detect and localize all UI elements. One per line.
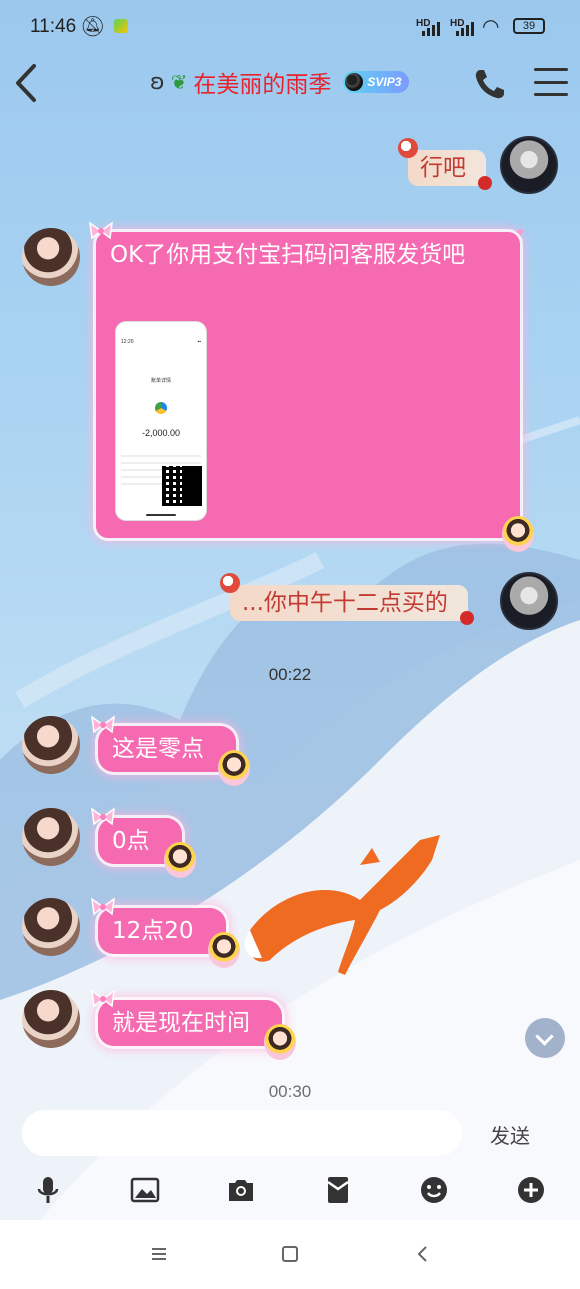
girl-sticker-decoration-icon	[163, 842, 196, 878]
bow-decoration-icon	[91, 989, 115, 1008]
message-input[interactable]	[22, 1110, 462, 1156]
message-text: 就是现在时间	[112, 1010, 250, 1036]
wifi-icon: ◠	[482, 16, 500, 38]
more-button[interactable]	[515, 1174, 547, 1206]
call-button[interactable]	[470, 64, 510, 104]
divider	[121, 455, 201, 457]
menu-line-icon	[534, 93, 568, 96]
image-icon	[130, 1177, 160, 1203]
signal-bars-2-icon	[456, 20, 474, 36]
receipt-time: 12:20	[121, 339, 134, 345]
phone-icon	[475, 70, 504, 99]
system-navigation-bar	[0, 1220, 580, 1289]
message-text: 行吧	[420, 155, 466, 181]
scroll-to-bottom-button[interactable]	[525, 1018, 565, 1058]
sprout-icon: ❦	[170, 70, 188, 94]
menu-line-icon	[534, 80, 568, 84]
app-notification-icon	[114, 19, 128, 33]
menu-line-icon	[534, 68, 568, 71]
qr-code-icon	[162, 466, 202, 506]
chevron-left-icon	[16, 64, 36, 102]
emoji-icon	[421, 1177, 447, 1203]
bow-decoration-icon	[91, 715, 115, 734]
girl-sticker-decoration-icon	[218, 750, 250, 786]
gallery-button[interactable]	[129, 1174, 161, 1206]
mute-icon: 🔕︎	[80, 16, 106, 38]
status-time: 11:46	[30, 16, 77, 37]
bow-decoration-icon	[91, 897, 115, 916]
cherry-decoration-icon	[478, 176, 492, 190]
camera-button[interactable]	[225, 1174, 257, 1206]
receipt-header: 账单详情	[150, 378, 171, 384]
contact-avatar[interactable]	[22, 228, 80, 286]
contact-avatar[interactable]	[22, 990, 80, 1048]
home-button[interactable]	[278, 1242, 302, 1266]
battery-icon: 39	[513, 18, 545, 34]
ear-icon: ʚ	[150, 69, 165, 95]
chat-title: 在美丽的雨季	[193, 72, 332, 98]
signal-bars-1-icon	[422, 20, 440, 36]
send-button[interactable]: 发送	[490, 1120, 530, 1149]
red-packet-button[interactable]	[322, 1174, 354, 1206]
microphone-icon	[37, 1177, 59, 1203]
receipt-amount: -2,000.00	[141, 428, 181, 438]
bow-decoration-icon	[91, 807, 115, 826]
message-bubble-left[interactable]: 这是零点	[91, 715, 250, 786]
bow-decoration-icon	[89, 221, 113, 240]
receipt-status: 12:20 ▪▪	[116, 322, 206, 362]
status-bar: 11:46 🔕︎ HD HD ◠ 39	[0, 0, 580, 56]
message-text: ...你中午十二点买的	[242, 590, 448, 616]
chat-title-area[interactable]: ʚ ❦ 在美丽的雨季 SVIP3	[150, 66, 410, 98]
input-toolbar	[0, 1168, 580, 1212]
message-bubble-right[interactable]: ...你中午十二点买的	[220, 573, 474, 625]
message-bubble-right[interactable]: 行吧	[398, 138, 492, 190]
contact-avatar[interactable]	[22, 716, 80, 774]
message-text: 这是零点	[112, 736, 204, 762]
message-bubble-left[interactable]: 就是现在时间	[91, 989, 296, 1060]
merchant-logo-icon	[155, 402, 167, 414]
recents-button[interactable]	[147, 1242, 171, 1266]
red-envelope-icon	[327, 1177, 349, 1203]
message-bubble-left[interactable]: ✦ OK了你用支付宝扫码问客服发货吧 12:20 ▪▪ 账单详情 -2,000.0…	[89, 221, 534, 552]
my-avatar[interactable]	[500, 136, 558, 194]
receipt-status-icons: ▪▪	[197, 339, 201, 345]
girl-sticker-decoration-icon	[264, 1024, 296, 1060]
contact-avatar[interactable]	[22, 808, 80, 866]
system-back-button[interactable]	[411, 1242, 435, 1266]
home-indicator	[146, 514, 176, 516]
vip-badge: SVIP3	[343, 71, 410, 93]
camera-icon	[229, 1180, 253, 1201]
menu-button[interactable]	[534, 64, 568, 100]
message-text: 12点20	[112, 918, 194, 944]
square-icon	[282, 1246, 298, 1262]
girl-sticker-decoration-icon	[207, 932, 240, 968]
message-bubble-left[interactable]: 0点	[91, 807, 196, 878]
cherry-decoration-icon	[459, 611, 474, 625]
girl-sticker-decoration-icon	[502, 516, 534, 552]
contact-avatar[interactable]	[22, 898, 80, 956]
emoji-button[interactable]	[418, 1174, 450, 1206]
chat-header: ʚ ❦ 在美丽的雨季 SVIP3	[0, 56, 580, 114]
divider	[121, 462, 201, 464]
chevron-left-icon	[417, 1246, 427, 1262]
plus-circle-icon	[518, 1177, 544, 1203]
message-timestamp: 00:30	[268, 1082, 312, 1101]
message-bubble-left[interactable]: 12点20	[91, 897, 240, 968]
sparkle-decoration-icon: ✦	[514, 225, 526, 241]
voice-button[interactable]	[32, 1174, 64, 1206]
apple-decoration-icon	[398, 138, 418, 158]
apple-decoration-icon	[220, 573, 240, 593]
my-avatar[interactable]	[500, 572, 558, 630]
receipt-screenshot-image[interactable]: 12:20 ▪▪ 账单详情 -2,000.00	[116, 322, 206, 520]
message-timestamp: 00:22	[268, 665, 312, 684]
message-text: OK了你用支付宝扫码问客服发货吧	[110, 242, 466, 268]
back-button[interactable]	[10, 60, 44, 106]
menu-lines-icon	[152, 1248, 166, 1260]
message-text: 0点	[112, 828, 150, 854]
